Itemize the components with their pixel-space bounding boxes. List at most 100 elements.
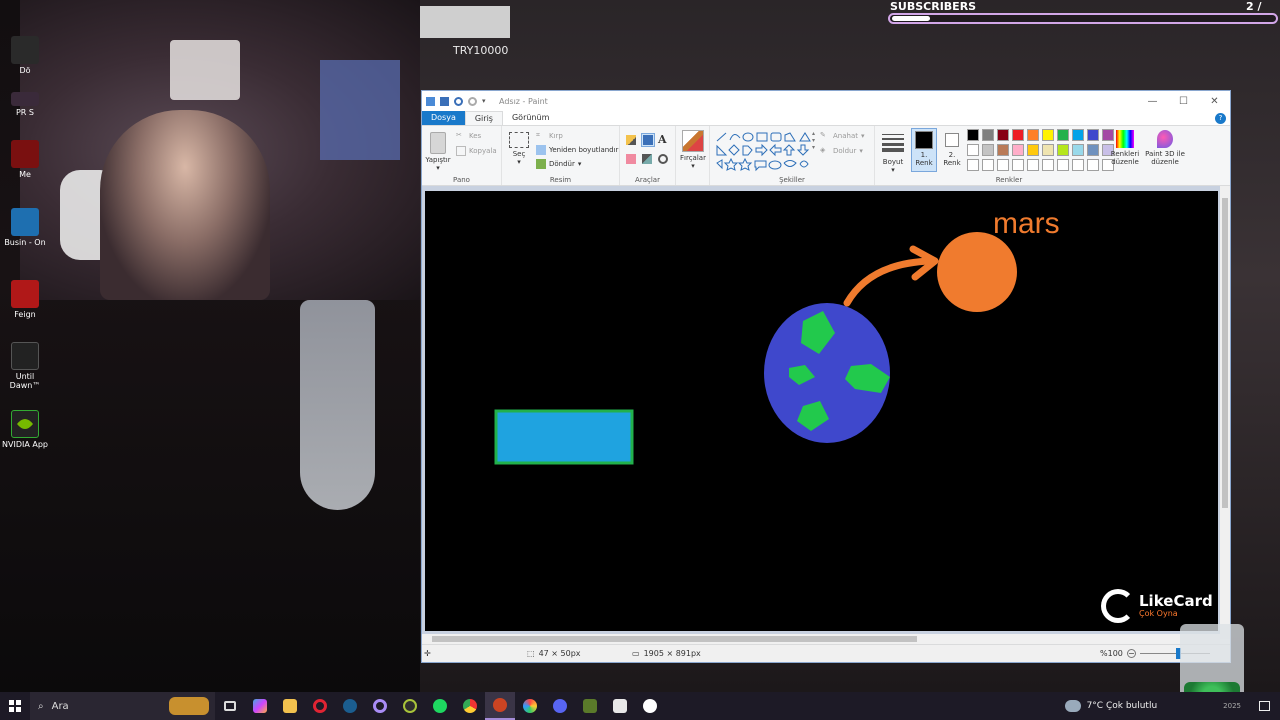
crop-button[interactable]: ⌗ Kırp (536, 131, 563, 141)
color-picker-tool[interactable] (642, 154, 652, 164)
steam-button[interactable] (335, 692, 365, 720)
drawing-canvas[interactable]: mars LikeCard Çok Oyna (425, 191, 1218, 631)
color-swatch[interactable] (1072, 129, 1084, 141)
fill-button[interactable]: ◈ Doldur ▾ (820, 146, 863, 156)
fill-tool[interactable] (641, 133, 655, 147)
rotate-label: Döndür (549, 160, 575, 168)
color-swatch[interactable] (997, 129, 1009, 141)
desktop-icon-4[interactable]: Busin - On (0, 208, 50, 247)
paint-window[interactable]: ▾ Adsız - Paint — ☐ ✕ Dosya Giriş Görünü… (421, 90, 1231, 663)
color-swatch[interactable] (1042, 159, 1054, 171)
opera-button[interactable] (305, 692, 335, 720)
eraser-tool[interactable] (626, 154, 636, 164)
minecraft-button[interactable] (575, 692, 605, 720)
color-swatch[interactable] (1057, 144, 1069, 156)
chrome-button[interactable] (455, 692, 485, 720)
color-swatch[interactable] (1027, 144, 1039, 156)
steam-icon (343, 699, 357, 713)
close-button[interactable]: ✕ (1199, 96, 1230, 107)
start-button[interactable] (0, 692, 30, 720)
edit-colors-button[interactable]: Renkleri düzenle (1109, 130, 1141, 166)
desktop-icon-nvidia[interactable]: NVIDIA App (0, 410, 50, 449)
paint-button[interactable] (635, 692, 665, 720)
undo-icon[interactable] (454, 96, 463, 106)
taskbar: ⌕ Ara 7°C Çok bulutlu 2025 (0, 692, 1280, 720)
spotify-button[interactable] (425, 692, 455, 720)
obs-icon (373, 699, 387, 713)
color-swatch[interactable] (1072, 159, 1084, 171)
color-swatch[interactable] (1087, 159, 1099, 171)
color-swatch[interactable] (997, 159, 1009, 171)
color1-button[interactable]: 1. Renk (911, 128, 937, 172)
weather-text[interactable]: 7°C Çok bulutlu (1087, 701, 1158, 711)
file-explorer-button[interactable] (275, 692, 305, 720)
store-button[interactable] (605, 692, 635, 720)
magnifier-tool[interactable] (658, 154, 668, 164)
color-swatch[interactable] (967, 144, 979, 156)
color-swatch[interactable] (967, 159, 979, 171)
clock-year[interactable]: 2025 (1223, 702, 1241, 710)
vertical-scrollbar[interactable] (1220, 186, 1230, 639)
maximize-button[interactable]: ☐ (1168, 96, 1199, 107)
copy-button[interactable]: Kopyala (456, 146, 497, 156)
tab-home[interactable]: Giriş (464, 111, 503, 125)
taskbar-search[interactable]: ⌕ Ara (30, 692, 215, 720)
color-swatch[interactable] (982, 159, 994, 171)
color-swatch[interactable] (967, 129, 979, 141)
cut-button[interactable]: ✂ Kes (456, 131, 481, 141)
redo-icon[interactable] (468, 96, 477, 106)
outline-button[interactable]: ✎ Anahat ▾ (820, 131, 865, 141)
pencil-tool[interactable] (626, 135, 636, 145)
desktop-icon-feign[interactable]: Feign (0, 280, 50, 319)
brushes-button[interactable]: Fırçalar ▾ (678, 130, 708, 170)
color-swatch[interactable] (997, 144, 1009, 156)
shapes-scroll[interactable]: ▴ ▾ ▾ (812, 130, 815, 151)
color-swatch[interactable] (1012, 144, 1024, 156)
minimize-button[interactable]: — (1137, 96, 1168, 107)
color-swatch[interactable] (1042, 144, 1054, 156)
help-icon[interactable]: ? (1215, 113, 1226, 124)
desktop-icon-until-dawn[interactable]: Until Dawn™ (0, 342, 50, 390)
desktop-icon-1[interactable]: Dö (0, 36, 50, 75)
tab-view[interactable]: Görünüm (503, 111, 558, 125)
zoom-out-icon[interactable]: − (1126, 649, 1136, 658)
active-app-button[interactable] (485, 692, 515, 720)
photos-button[interactable] (515, 692, 545, 720)
gaming-app-button[interactable] (395, 692, 425, 720)
tab-file[interactable]: Dosya (422, 111, 465, 125)
desktop-icon-3[interactable]: Me (0, 140, 50, 179)
color-swatch[interactable] (1012, 129, 1024, 141)
color-swatch[interactable] (982, 144, 994, 156)
desktop-icon-2[interactable]: PR S (0, 92, 50, 117)
task-view-button[interactable] (215, 692, 245, 720)
color-swatch[interactable] (982, 129, 994, 141)
color-swatch[interactable] (1057, 129, 1069, 141)
color-swatch[interactable] (1042, 129, 1054, 141)
rotate-button[interactable]: Döndür ▾ (536, 159, 581, 169)
color-swatch[interactable] (1027, 129, 1039, 141)
vertical-scroll-thumb[interactable] (1222, 198, 1228, 508)
copilot-button[interactable] (245, 692, 275, 720)
horizontal-scrollbar[interactable] (422, 634, 1220, 644)
color-swatch[interactable] (1027, 159, 1039, 171)
color-swatch[interactable] (1012, 159, 1024, 171)
color-swatch[interactable] (1057, 159, 1069, 171)
color-swatch[interactable] (1072, 144, 1084, 156)
size-button[interactable]: Boyut ▾ (879, 130, 907, 174)
notifications-icon[interactable] (1259, 701, 1270, 711)
text-tool[interactable]: A (658, 133, 667, 146)
app-icon (11, 140, 39, 168)
resize-button[interactable]: Yeniden boyutlandır (536, 145, 618, 155)
horizontal-scroll-thumb[interactable] (432, 636, 917, 642)
color2-button[interactable]: 2. Renk (939, 131, 965, 167)
discord-button[interactable] (545, 692, 575, 720)
color-swatch[interactable] (1087, 144, 1099, 156)
save-icon[interactable] (440, 96, 449, 106)
color-swatch[interactable] (1087, 129, 1099, 141)
customize-quick-access-icon[interactable]: ▾ (482, 97, 491, 106)
paste-button[interactable]: Yapıştır ▾ (424, 132, 452, 172)
shapes-gallery[interactable] (714, 130, 814, 174)
select-button[interactable]: Seç ▾ (506, 132, 532, 166)
obs-button[interactable] (365, 692, 395, 720)
paint3d-button[interactable]: Paint 3D ile düzenle (1143, 130, 1187, 166)
